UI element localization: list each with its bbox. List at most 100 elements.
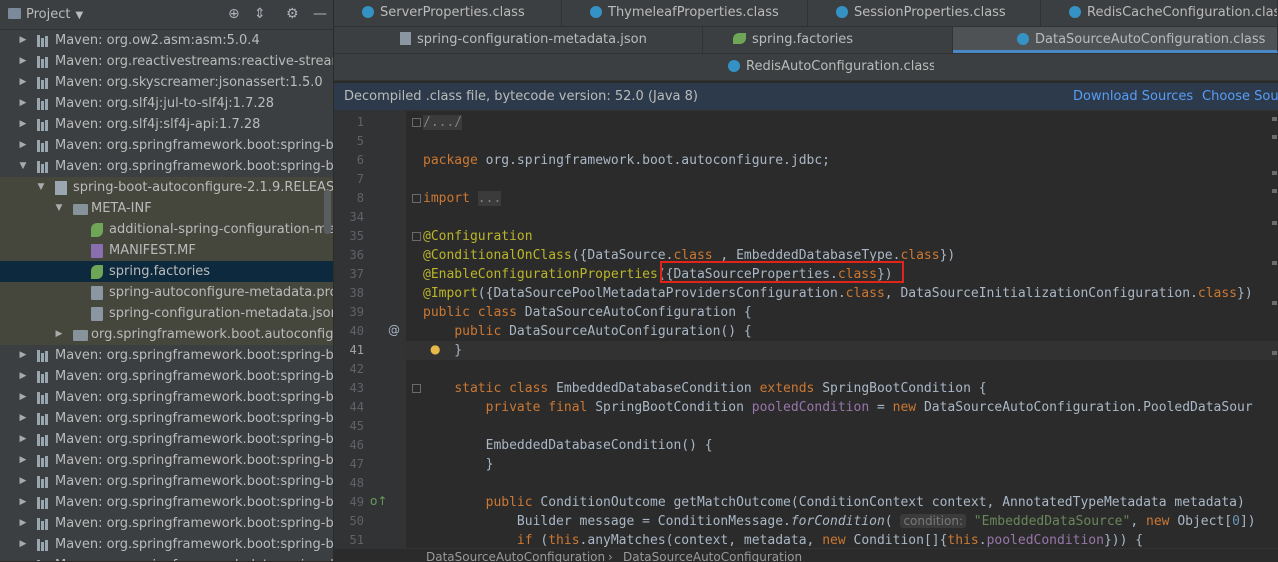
editor-scrollbar[interactable] — [1270, 111, 1278, 548]
tree-item[interactable]: MANIFEST.MF — [0, 240, 333, 261]
tree-item[interactable]: ▶ Maven: org.springframework.data:spring-… — [0, 555, 333, 561]
tree-item[interactable]: spring-configuration-metadata.json — [0, 303, 333, 324]
folder-icon — [73, 204, 88, 215]
code-editor[interactable]: 1 5 6 7 8 34 35 36 37 38 39 40 41 42 43 44 45 46 47 48 49 50 5… — [334, 111, 1278, 548]
override-marker-icon[interactable]: o↑ — [370, 494, 387, 508]
tree-item[interactable]: ▶ Maven: org.skyscreamer:jsonassert:1.5.0 — [0, 72, 333, 93]
code-line[interactable]: } — [423, 341, 462, 360]
tree-item-label: Maven: org.springframework.boot:spring-b… — [55, 432, 333, 447]
tree-item[interactable]: ▶ Maven: org.ow2.asm:asm:5.0.4 — [0, 30, 333, 51]
expand-arrow-icon[interactable]: ▼ — [18, 156, 28, 177]
tree-item[interactable]: ▶ Maven: org.springframework.boot:spring-… — [0, 513, 333, 534]
code-line[interactable]: package org.springframework.boot.autocon… — [423, 151, 830, 170]
fold-marker-icon[interactable] — [412, 194, 421, 203]
json-file-icon — [400, 32, 411, 45]
tree-item[interactable]: ▶ Maven: org.springframework.boot:spring-… — [0, 429, 333, 450]
tab-datasource-autoconfiguration[interactable]: DataSourceAutoConfiguration.class — [953, 27, 1278, 53]
collapse-arrow-icon[interactable]: ▶ — [18, 387, 28, 408]
code-line[interactable]: EmbeddedDatabaseCondition() { — [423, 436, 713, 455]
collapse-arrow-icon[interactable]: ▶ — [18, 471, 28, 492]
tree-item[interactable]: additional-spring-configuration-metad — [0, 219, 333, 240]
collapse-arrow-icon[interactable]: ▶ — [18, 51, 28, 72]
line-number: 45 — [349, 419, 364, 433]
tab-session-properties[interactable]: SessionProperties.class — [808, 0, 1041, 26]
highlight-box — [660, 261, 904, 283]
code-line[interactable]: public class DataSourceAutoConfiguration… — [423, 303, 752, 322]
tree-item[interactable]: ▶ Maven: org.springframework.boot:spring-… — [0, 387, 333, 408]
tab-redis-cache-configuration[interactable]: RedisCacheConfiguration.class — [1041, 0, 1278, 26]
expand-arrow-icon[interactable]: ▼ — [36, 177, 46, 198]
tab-spring-factories[interactable]: spring.factories — [703, 27, 953, 53]
tree-item-label: Maven: org.springframework.boot:spring-b… — [55, 369, 333, 384]
tree-item[interactable]: ▼ Maven: org.springframework.boot:spring-… — [0, 156, 333, 177]
tree-item[interactable]: ▶ Maven: org.springframework.boot:spring-… — [0, 534, 333, 555]
line-number: 38 — [349, 286, 364, 300]
tree-item[interactable]: ▼ spring-boot-autoconfigure-2.1.9.RELEASE… — [0, 177, 333, 198]
code-line[interactable]: } — [423, 455, 494, 474]
collapse-arrow-icon[interactable]: ▶ — [18, 408, 28, 429]
collapse-arrow-icon[interactable]: ▶ — [18, 429, 28, 450]
code-line[interactable]: @Configuration — [423, 227, 533, 246]
code-line[interactable]: public ConditionOutcome getMatchOutcome(… — [423, 493, 1253, 512]
gear-icon[interactable]: ⚙ — [286, 6, 299, 22]
tab-thymeleaf-properties[interactable]: ThymeleafProperties.class — [562, 0, 808, 26]
collapse-arrow-icon[interactable]: ▶ — [18, 114, 28, 135]
library-icon — [37, 35, 51, 47]
file-icon — [91, 286, 103, 300]
download-sources-link[interactable]: Download Sources — [1073, 89, 1193, 104]
tree-item[interactable]: ▶ Maven: org.springframework.boot:spring-… — [0, 471, 333, 492]
collapse-arrow-icon[interactable]: ▶ — [18, 135, 28, 156]
code-line[interactable]: public DataSourceAutoConfiguration() { — [423, 322, 751, 341]
fold-marker-icon[interactable] — [412, 384, 421, 393]
collapse-arrow-icon[interactable]: ▶ — [18, 513, 28, 534]
choose-sources-link[interactable]: Choose Sour — [1202, 89, 1278, 104]
collapse-arrow-icon[interactable]: ▶ — [18, 492, 28, 513]
tab-redis-autoconfiguration[interactable]: RedisAutoConfiguration.class — [694, 54, 934, 80]
code-line[interactable]: private final SpringBootCondition pooled… — [423, 398, 1253, 417]
code-line[interactable]: if (this.anyMatches(context, metadata, n… — [423, 531, 1143, 548]
collapse-arrow-icon[interactable]: ▶ — [18, 555, 28, 561]
tree-item-label: additional-spring-configuration-metad — [109, 222, 333, 237]
tree-item[interactable]: ▼ META-INF — [0, 198, 333, 219]
fold-marker-icon[interactable] — [412, 118, 421, 127]
collapse-arrow-icon[interactable]: ▶ — [18, 534, 28, 555]
code-line[interactable]: import ... — [423, 189, 502, 208]
tree-item[interactable]: ▶ Maven: org.springframework.boot:spring-… — [0, 450, 333, 471]
expand-arrow-icon[interactable]: ▼ — [54, 198, 64, 219]
minimize-icon[interactable]: — — [313, 6, 327, 22]
collapse-arrow-icon[interactable]: ▶ — [18, 366, 28, 387]
tab-server-properties[interactable]: ServerProperties.class — [334, 0, 562, 26]
breadcrumb-class[interactable]: DataSourceAutoConfiguration — [426, 550, 605, 562]
tree-item[interactable]: spring-autoconfigure-metadata.prope — [0, 282, 333, 303]
library-icon — [37, 98, 51, 110]
tree-item[interactable]: ▶ Maven: org.reactivestreams:reactive-str… — [0, 51, 333, 72]
line-number: 36 — [349, 248, 364, 262]
collapse-all-icon[interactable]: ⇕ — [254, 6, 266, 22]
tree-item[interactable]: ▶ org.springframework.boot.autoconfigure — [0, 324, 333, 345]
code-line[interactable]: static class EmbeddedDatabaseCondition e… — [423, 379, 986, 398]
collapse-arrow-icon[interactable]: ▶ — [18, 30, 28, 51]
collapse-arrow-icon[interactable]: ▶ — [18, 450, 28, 471]
collapse-arrow-icon[interactable]: ▶ — [18, 345, 28, 366]
tree-item[interactable]: ▶ Maven: org.slf4j:jul-to-slf4j:1.7.28 — [0, 93, 333, 114]
tree-item[interactable]: ▶ Maven: org.springframework.boot:spring-… — [0, 135, 333, 156]
tab-spring-configuration-metadata[interactable]: spring-configuration-metadata.json — [334, 27, 703, 53]
breadcrumb-constructor[interactable]: DataSourceAutoConfiguration — [623, 550, 802, 562]
annotation-marker-icon[interactable]: @ — [388, 323, 400, 337]
tree-item[interactable]: ▶ Maven: org.springframework.boot:spring-… — [0, 492, 333, 513]
tree-item[interactable]: ▶ Maven: org.slf4j:slf4j-api:1.7.28 — [0, 114, 333, 135]
code-line[interactable]: /.../ — [423, 113, 463, 132]
collapse-arrow-icon[interactable]: ▶ — [54, 324, 64, 345]
tree-item[interactable]: ▶ Maven: org.springframework.boot:spring-… — [0, 408, 333, 429]
tree-item[interactable]: spring.factories — [0, 261, 333, 282]
fold-marker-icon[interactable] — [412, 232, 421, 241]
code-line[interactable]: Builder message = ConditionMessage.forCo… — [423, 512, 1256, 531]
project-view-selector[interactable]: Project ▼ — [8, 7, 83, 22]
locate-target-icon[interactable]: ⊕ — [228, 6, 240, 22]
tree-item[interactable]: ▶ Maven: org.springframework.boot:spring-… — [0, 345, 333, 366]
tree-item[interactable]: ▶ Maven: org.springframework.boot:spring-… — [0, 366, 333, 387]
collapse-arrow-icon[interactable]: ▶ — [18, 72, 28, 93]
collapse-arrow-icon[interactable]: ▶ — [18, 93, 28, 114]
project-scrollbar[interactable] — [324, 190, 331, 234]
code-line[interactable]: @Import({DataSourcePoolMetadataProviders… — [423, 284, 1253, 303]
